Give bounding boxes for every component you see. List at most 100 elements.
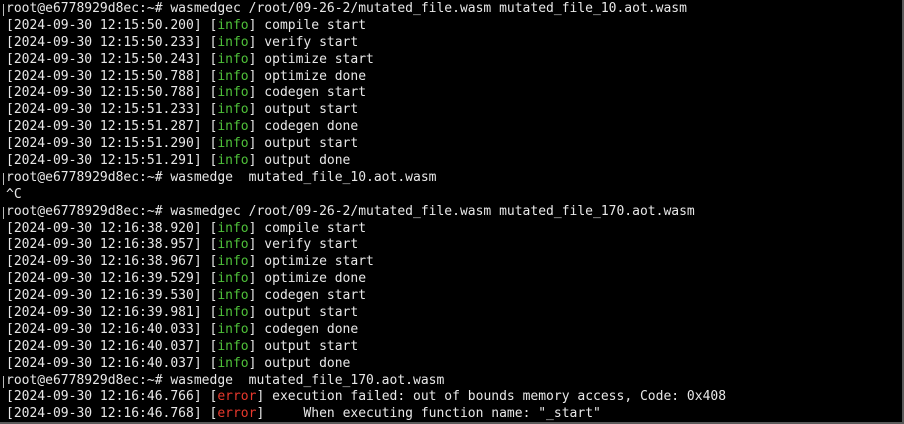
- command-text: root@e6778929d8ec:~# wasmedgec /root/09-…: [6, 203, 695, 219]
- prompt-line: root@e6778929d8ec:~# wasmedge mutated_fi…: [3, 372, 902, 390]
- log-message: compile start: [256, 220, 367, 236]
- log-line: [2024-09-30 12:15:51.291] [info] output …: [6, 153, 902, 170]
- spacer: [: [201, 136, 218, 152]
- log-message: optimize start: [256, 51, 374, 67]
- log-timestamp: [2024-09-30 12:16:39.981]: [6, 305, 202, 321]
- log-message: output start: [256, 102, 359, 118]
- spacer: [: [201, 17, 218, 33]
- log-line: [2024-09-30 12:15:50.233] [info] verify …: [6, 35, 902, 52]
- spacer: [: [201, 338, 218, 354]
- log-message: verify start: [256, 237, 359, 253]
- log-level-info: info: [217, 321, 249, 337]
- log-line: [2024-09-30 12:16:39.981] [info] output …: [6, 305, 902, 322]
- spacer: [: [201, 85, 218, 101]
- log-level-info: info: [217, 338, 249, 354]
- spacer: [: [201, 220, 218, 236]
- terminal-window[interactable]: root@e6778929d8ec:~# wasmedgec /root/09-…: [0, 0, 904, 424]
- log-level-info: info: [217, 153, 249, 169]
- log-line: [2024-09-30 12:15:50.243] [info] optimiz…: [6, 52, 902, 69]
- log-timestamp: [2024-09-30 12:15:50.200]: [6, 17, 202, 33]
- log-message: optimize start: [256, 254, 374, 270]
- log-line: [2024-09-30 12:15:51.233] [info] output …: [6, 102, 902, 119]
- log-timestamp: [2024-09-30 12:16:38.967]: [6, 254, 202, 270]
- log-timestamp: [2024-09-30 12:16:38.957]: [6, 237, 202, 253]
- log-level-info: info: [217, 136, 249, 152]
- log-message: output start: [256, 305, 359, 321]
- spacer: [: [201, 321, 218, 337]
- spacer: [: [201, 102, 218, 118]
- log-timestamp: [2024-09-30 12:15:51.290]: [6, 136, 202, 152]
- spacer: [: [201, 254, 218, 270]
- log-line: [2024-09-30 12:16:40.033] [info] codegen…: [6, 322, 902, 339]
- log-level-error: error: [217, 389, 257, 405]
- log-line: [2024-09-30 12:15:50.788] [info] codegen…: [6, 85, 902, 102]
- log-message: output start: [256, 338, 359, 354]
- prompt-line: root@e6778929d8ec:~# wasmedge mutated_fi…: [3, 169, 902, 187]
- log-level-info: info: [217, 288, 249, 304]
- log-level-info: info: [217, 271, 249, 287]
- log-timestamp: [2024-09-30 12:15:50.233]: [6, 34, 202, 50]
- log-level-error: error: [217, 406, 257, 422]
- log-level-info: info: [217, 254, 249, 270]
- prompt-line: root@e6778929d8ec:~# wasmedgec /root/09-…: [3, 203, 902, 221]
- log-line: [2024-09-30 12:16:38.967] [info] optimiz…: [6, 254, 902, 271]
- output-line: ^C: [6, 187, 902, 204]
- spacer: [: [201, 153, 218, 169]
- log-message: optimize done: [256, 271, 367, 287]
- log-line: [2024-09-30 12:15:51.287] [info] codegen…: [6, 119, 902, 136]
- spacer: [: [201, 305, 218, 321]
- log-level-info: info: [217, 17, 249, 33]
- log-timestamp: [2024-09-30 12:16:39.529]: [6, 271, 202, 287]
- log-message: When executing function name: "_start": [264, 406, 601, 422]
- log-level-info: info: [217, 102, 249, 118]
- log-timestamp: [2024-09-30 12:15:50.788]: [6, 85, 202, 101]
- log-message: codegen done: [256, 321, 359, 337]
- log-timestamp: [2024-09-30 12:15:50.243]: [6, 51, 202, 67]
- spacer: [: [201, 389, 218, 405]
- log-message: output done: [256, 153, 351, 169]
- log-timestamp: [2024-09-30 12:16:46.766]: [6, 389, 202, 405]
- log-level-info: info: [217, 85, 249, 101]
- spacer: [: [201, 68, 218, 84]
- log-timestamp: [2024-09-30 12:15:51.233]: [6, 102, 202, 118]
- log-level-info: info: [217, 305, 249, 321]
- log-line: [2024-09-30 12:16:39.530] [info] codegen…: [6, 288, 902, 305]
- spacer: [: [201, 119, 218, 135]
- log-message: codegen start: [256, 85, 367, 101]
- log-level-info: info: [217, 68, 249, 84]
- log-timestamp: [2024-09-30 12:16:38.920]: [6, 220, 202, 236]
- log-line: [2024-09-30 12:16:46.766] [error] execut…: [6, 389, 902, 406]
- spacer: [: [201, 406, 218, 422]
- spacer: [: [201, 271, 218, 287]
- log-line: [2024-09-30 12:16:38.957] [info] verify …: [6, 237, 902, 254]
- command-text: root@e6778929d8ec:~# wasmedge mutated_fi…: [6, 372, 445, 388]
- log-message: verify start: [256, 34, 359, 50]
- log-level-info: info: [217, 34, 249, 50]
- output-text: ^C: [6, 186, 22, 202]
- log-message: output start: [256, 136, 359, 152]
- log-message: compile start: [256, 17, 367, 33]
- prompt-line: root@e6778929d8ec:~# wasmedgec /root/09-…: [3, 1, 902, 18]
- log-message: codegen start: [256, 288, 367, 304]
- spacer: [: [201, 51, 218, 67]
- log-timestamp: [2024-09-30 12:16:40.037]: [6, 338, 202, 354]
- log-line: [2024-09-30 12:16:38.920] [info] compile…: [6, 221, 902, 238]
- spacer: [: [201, 34, 218, 50]
- log-timestamp: [2024-09-30 12:15:51.291]: [6, 153, 202, 169]
- log-line: [2024-09-30 12:16:40.037] [info] output …: [6, 339, 902, 356]
- log-level-info: info: [217, 220, 249, 236]
- log-line: [2024-09-30 12:16:40.037] [info] output …: [6, 356, 902, 373]
- log-level-info: info: [217, 119, 249, 135]
- log-timestamp: [2024-09-30 12:16:39.530]: [6, 288, 202, 304]
- log-timestamp: [2024-09-30 12:16:40.033]: [6, 321, 202, 337]
- spacer: [: [201, 288, 218, 304]
- log-timestamp: [2024-09-30 12:15:51.287]: [6, 119, 202, 135]
- log-timestamp: [2024-09-30 12:15:50.788]: [6, 68, 202, 84]
- log-level-info: info: [217, 51, 249, 67]
- log-line: [2024-09-30 12:15:50.200] [info] compile…: [6, 18, 902, 35]
- log-line: [2024-09-30 12:16:39.529] [info] optimiz…: [6, 271, 902, 288]
- log-level-info: info: [217, 355, 249, 371]
- log-timestamp: [2024-09-30 12:16:40.037]: [6, 355, 202, 371]
- log-message: codegen done: [256, 119, 359, 135]
- command-text: root@e6778929d8ec:~# wasmedge mutated_fi…: [6, 169, 437, 185]
